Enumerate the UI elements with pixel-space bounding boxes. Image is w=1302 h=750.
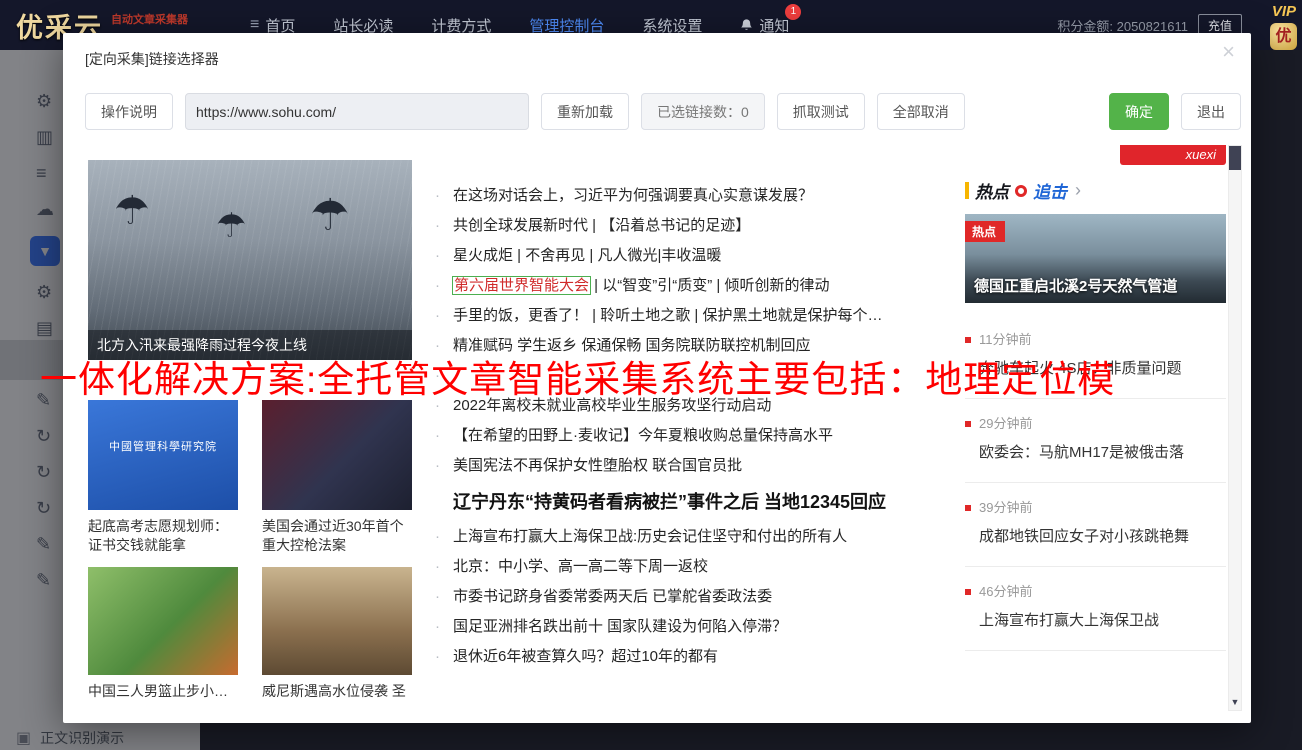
menu-icon: ≡ — [250, 16, 259, 34]
scrollbar-thumb[interactable] — [1229, 146, 1241, 170]
news-title: 成都地铁回应女子对小孩跳艳舞 — [965, 527, 1226, 547]
headline-row[interactable]: · 第六届世界智能大会 | 以“智变”引“质变” | 倾听创新的律动 — [435, 275, 951, 296]
headline-row[interactable]: · 辽宁丹东“持黄码者看病被拦”事件之后 当地12345回应 — [435, 490, 951, 514]
umbrella-icon: ☂ — [310, 190, 349, 241]
news-title: 欧委会：马航MH17是被俄击落 — [965, 443, 1226, 463]
photo-card[interactable]: 中国三人男篮止步小组赛 — [88, 567, 238, 711]
photo-card-grid: 中國管理科學研究院 起底高考志愿规划师：证书交钱就能拿 美国会通过近30年首个重… — [88, 400, 412, 711]
hot-image-caption: 德国正重启北溪2号天然气管道 — [974, 275, 1177, 296]
confirm-button[interactable]: 确定 — [1109, 93, 1169, 130]
hot-topic-image[interactable]: 热点 德国正重启北溪2号天然气管道 — [965, 214, 1226, 303]
news-timestamp: 11分钟前 — [979, 332, 1032, 347]
hot-news-item[interactable]: 29分钟前 欧委会：马航MH17是被俄击落 — [965, 399, 1226, 483]
screen: ⚙ ▥ ≡ ☁ ▼ ⚙ ▤ ≡ ✎ ↻ ↻ ↻ — [0, 0, 1302, 750]
yellow-bar-icon — [965, 182, 969, 199]
headline-row[interactable]: · 手里的饭，更香了！ | 聆听土地之歌 | 保护黑土地就是保护每个… — [435, 305, 951, 326]
headline-row[interactable]: · 北京：中小学、高一高二等下周一返校 — [435, 556, 951, 577]
photo-column: ☂ ☂ ☂ 北方入汛来最强降雨过程今夜上线 中國管理科學研究院 起底高考志愿规划… — [88, 160, 412, 711]
news-timestamp: 46分钟前 — [979, 584, 1032, 599]
research-institute-image: 中國管理科學研究院 — [88, 400, 238, 510]
selected-link: 第六届世界智能大会 — [453, 277, 590, 294]
dialog-title: [定向采集]链接选择器 — [85, 49, 219, 69]
selected-count-button[interactable]: 已选链接数：0 — [641, 93, 765, 130]
umbrella-icon: ☂ — [216, 206, 246, 246]
brand-seal-icon: 优 — [1270, 23, 1297, 50]
headline-row[interactable]: · 星火成炬 | 不舍再见 | 凡人微光|丰收温暖 — [435, 245, 951, 266]
red-square-bullet — [965, 589, 971, 595]
bullet-icon: · — [435, 305, 453, 326]
hot-topics-column: 热点 追击 › 热点 德国正重启北溪2号天然气管道 11分钟前 奔驰车起火 4S… — [965, 178, 1226, 651]
bullet-icon: · — [435, 646, 453, 667]
bullet-icon: · — [435, 616, 453, 637]
cancel-all-button[interactable]: 全部取消 — [877, 93, 965, 130]
headline-row[interactable]: · 在这场对话会上，习近平为何强调要真心实意谋发展？ — [435, 185, 951, 206]
hot-topics-header[interactable]: 热点 追击 › — [965, 178, 1226, 203]
venice-flood-image — [262, 567, 412, 675]
bullet-icon: · — [435, 556, 453, 577]
bell-icon — [740, 18, 753, 32]
close-icon[interactable]: × — [1222, 41, 1235, 63]
lead-photo[interactable]: ☂ ☂ ☂ 北方入汛来最强降雨过程今夜上线 — [88, 160, 412, 360]
help-button[interactable]: 操作说明 — [85, 93, 173, 130]
photo-card[interactable]: 中國管理科學研究院 起底高考志愿规划师：证书交钱就能拿 — [88, 400, 238, 567]
url-input[interactable] — [185, 93, 529, 130]
dialog-toolbar: 操作说明 重新加载 已选链接数：0 抓取测试 全部取消 确定 退出 — [85, 93, 1241, 130]
headline-row[interactable]: · 共创全球发展新时代 | 【沿着总书记的足迹】 — [435, 215, 951, 236]
reload-button[interactable]: 重新加载 — [541, 93, 629, 130]
hot-news-item[interactable]: 39分钟前 成都地铁回应女子对小孩跳艳舞 — [965, 483, 1226, 567]
preview-scrollbar[interactable]: ▼ — [1228, 145, 1242, 711]
scroll-down-icon[interactable]: ▼ — [1229, 697, 1241, 707]
logo-subtitle: 自动文章采集器 — [111, 11, 188, 27]
bullet-icon: · — [435, 526, 453, 547]
bullet-icon: · — [435, 425, 453, 446]
red-square-bullet — [965, 421, 971, 427]
headline-row[interactable]: · 上海宣布打赢大上海保卫战:历史会记住坚守和付出的所有人 — [435, 526, 951, 547]
credit-balance: 积分金额: 2050821611 — [1057, 16, 1188, 35]
watermark-text: 一体化解决方案:全托管文章智能采集系统主要包括：地理定位模 — [40, 349, 1302, 403]
bullet-icon: · — [435, 215, 453, 236]
target-icon — [1015, 185, 1027, 197]
notification-badge: 1 — [785, 4, 801, 20]
ad-banner[interactable]: xuexi — [1120, 145, 1226, 165]
basketball-image — [88, 567, 238, 675]
photo-card[interactable]: 威尼斯遇高水位侵袭 圣 — [262, 567, 412, 711]
news-timestamp: 39分钟前 — [979, 500, 1032, 515]
news-timestamp: 29分钟前 — [979, 416, 1032, 431]
bullet-icon: · — [435, 586, 453, 607]
red-square-bullet — [965, 505, 971, 511]
web-preview-frame: xuexi ☂ ☂ ☂ 北方入汛来最强降雨过程今夜上线 中國管理科學研究院 起底… — [88, 145, 1228, 711]
bullet-icon: · — [435, 275, 453, 296]
headline-row[interactable]: · 退休近6年被查算久吗？超过10年的都有 — [435, 646, 951, 667]
headline-row[interactable]: · 国足亚洲排名跌出前十 国家队建设为何陷入停滞？ — [435, 616, 951, 637]
headline-row[interactable]: · 美国宪法不再保护女性堕胎权 联合国官员批 — [435, 455, 951, 476]
umbrella-icon: ☂ — [114, 188, 150, 234]
headline-row[interactable]: · 【在希望的田野上·麦收记】今年夏粮收购总量保持高水平 — [435, 425, 951, 446]
exit-button[interactable]: 退出 — [1181, 93, 1241, 130]
bullet-icon: · — [435, 185, 453, 206]
photo-card[interactable]: 美国会通过近30年首个重大控枪法案 — [262, 400, 412, 567]
news-title: 上海宣布打赢大上海保卫战 — [965, 611, 1226, 631]
bullet-icon: · — [435, 245, 453, 266]
hot-news-item[interactable]: 46分钟前 上海宣布打赢大上海保卫战 — [965, 567, 1226, 651]
grab-test-button[interactable]: 抓取测试 — [777, 93, 865, 130]
vip-badge: VIP — [1272, 3, 1296, 20]
us-congress-image — [262, 400, 412, 510]
chevron-right-icon: › — [1075, 180, 1081, 201]
headline-row[interactable]: · 市委书记跻身省委常委两天后 已掌舵省委政法委 — [435, 586, 951, 607]
bullet-icon: · — [435, 455, 453, 476]
headline-list: · 在这场对话会上，习近平为何强调要真心实意谋发展？ · 共创全球发展新时代 |… — [435, 185, 951, 676]
hot-tag: 热点 — [965, 221, 1005, 242]
red-square-bullet — [965, 337, 971, 343]
